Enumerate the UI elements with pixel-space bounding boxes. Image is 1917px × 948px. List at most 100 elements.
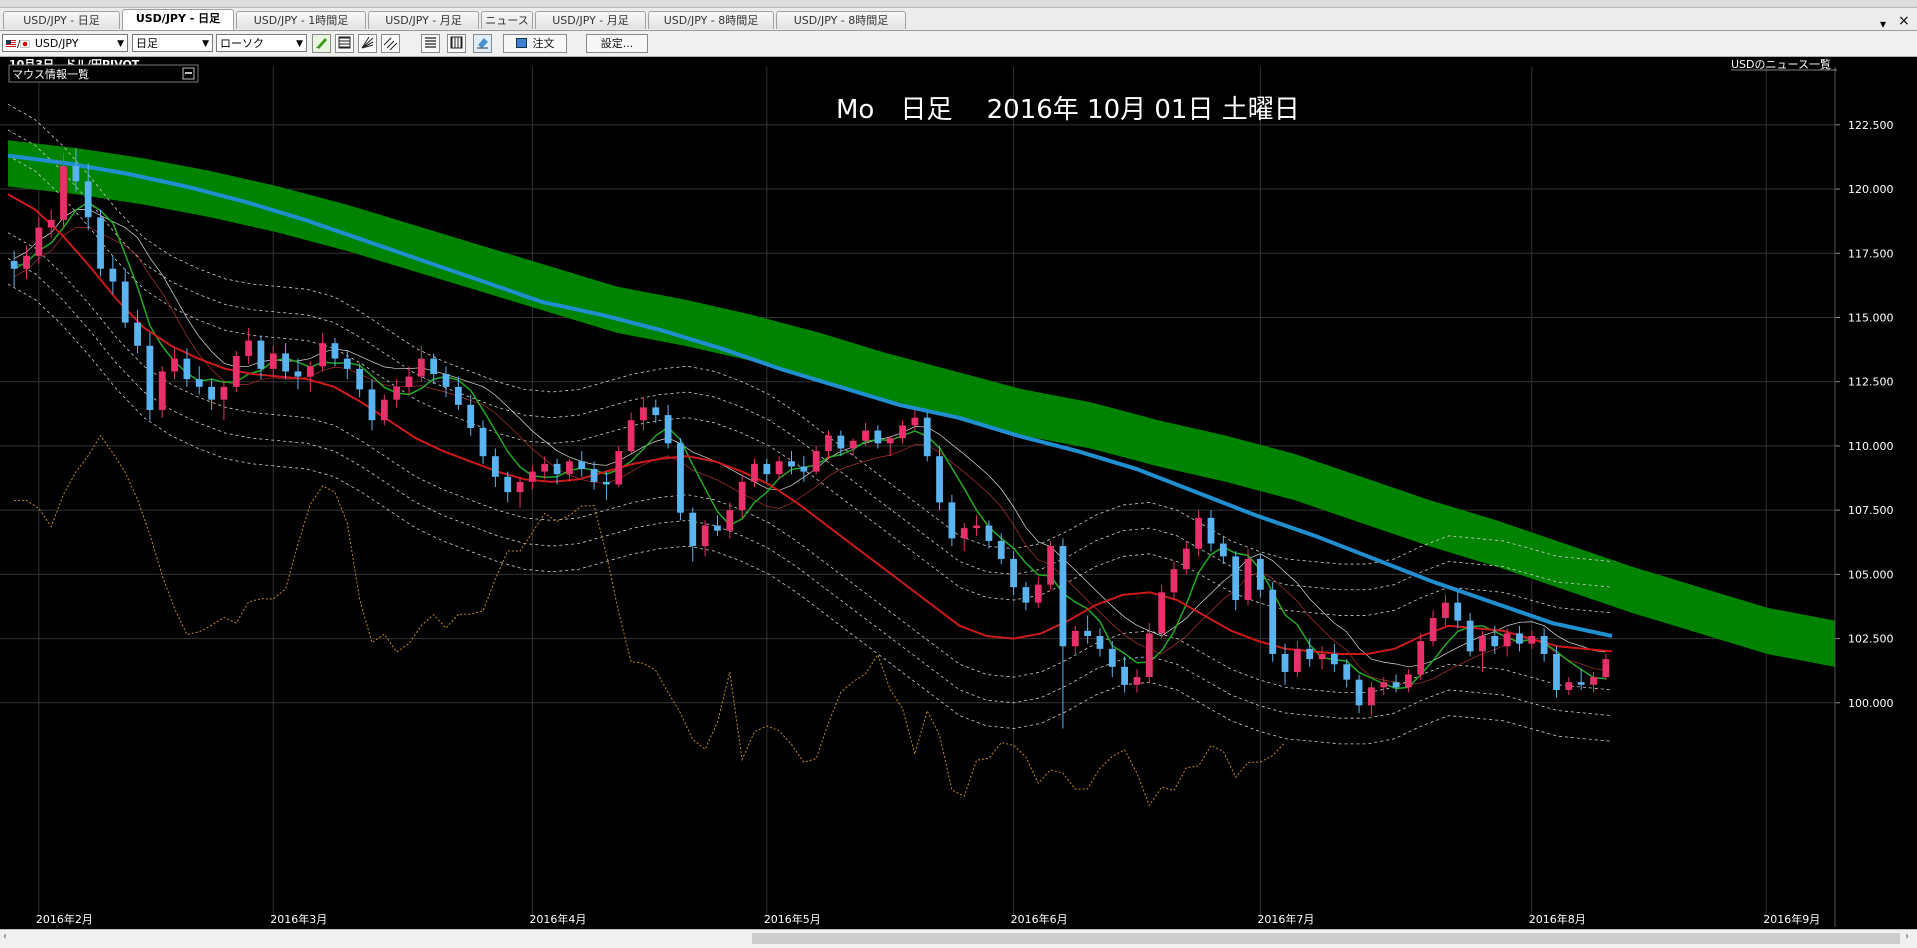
candle-body: [430, 358, 438, 374]
candle-body: [121, 281, 129, 323]
candle-body: [1121, 666, 1129, 685]
candle-body: [1232, 556, 1240, 601]
tab-list-dropdown[interactable]: ▾: [1880, 17, 1886, 31]
scroll-left-icon[interactable]: ‹: [3, 931, 7, 942]
vertical-lines-button[interactable]: [447, 34, 466, 53]
channel-tool-button[interactable]: [381, 34, 400, 53]
candle-body: [1577, 682, 1585, 685]
candle-body: [528, 471, 536, 482]
candle-body: [257, 340, 265, 369]
order-button[interactable]: 注文: [503, 34, 567, 53]
candle-body: [1133, 677, 1141, 685]
candle-body: [504, 476, 512, 493]
tab-usdjpy-8h[interactable]: USD/JPY - 8時間足: [648, 11, 774, 29]
candle-body: [343, 358, 351, 369]
symbol-select[interactable]: / USD/JPY ▼: [2, 34, 128, 52]
candle-body: [516, 481, 524, 493]
candle-body: [1318, 653, 1326, 660]
candle-body: [788, 461, 795, 467]
candle-body: [1540, 636, 1548, 654]
candle-body: [269, 353, 277, 369]
candle-body: [849, 440, 857, 449]
candle-body: [10, 260, 18, 269]
candle-body: [1047, 546, 1054, 585]
tab-usdjpy-daily-active[interactable]: USD/JPY - 日足: [122, 9, 234, 30]
candle-body: [1442, 602, 1449, 619]
news-list-link[interactable]: USDのニュース一覧: [1731, 57, 1831, 71]
scroll-thumb[interactable]: [752, 933, 1900, 944]
candle-body: [775, 461, 783, 475]
candle-body: [1022, 587, 1030, 603]
candle-body: [1355, 679, 1363, 706]
candle-body: [491, 456, 499, 477]
tab-usdjpy-8h-2[interactable]: USD/JPY - 8時間足: [776, 11, 906, 29]
y-tick-label: 107.500: [1848, 504, 1894, 517]
candle-body: [960, 528, 968, 539]
candle-body: [1084, 630, 1092, 636]
eraser-icon: [477, 38, 488, 49]
candle-body: [84, 181, 92, 218]
candle-body: [356, 368, 364, 390]
y-tick-label: 117.500: [1848, 247, 1894, 260]
tab-usdjpy-daily[interactable]: USD/JPY - 日足: [3, 11, 120, 29]
candle-body: [578, 461, 586, 470]
candle-body: [1466, 620, 1474, 652]
candle-body: [35, 227, 43, 256]
candle-body: [1269, 589, 1277, 654]
fan-tool-button[interactable]: [358, 34, 377, 53]
horizontal-scrollbar[interactable]: ‹ ›: [0, 929, 1917, 948]
candle-body: [1516, 633, 1523, 644]
chart-area[interactable]: 122.500 120.000 117.500 115.000 112.500 110.0…: [0, 57, 1917, 929]
candle-body: [627, 420, 635, 452]
settings-button[interactable]: 設定...: [586, 34, 648, 53]
y-tick-label: 105.000: [1848, 568, 1894, 581]
eraser-button[interactable]: [473, 34, 492, 53]
top-strip: [0, 0, 1917, 8]
tab-usdjpy-1h[interactable]: USD/JPY - 1時間足: [236, 11, 366, 29]
fan-lines-icon: [361, 36, 374, 49]
candle-body: [405, 376, 413, 387]
candle-body: [553, 463, 561, 475]
candle-body: [1602, 659, 1610, 678]
candle-body: [1293, 648, 1301, 672]
candle-body: [60, 165, 67, 220]
candle-body: [1553, 653, 1560, 690]
candle-body: [1182, 548, 1190, 570]
candle-body: [825, 435, 832, 452]
candle-body: [1207, 517, 1215, 544]
chart-type-select[interactable]: ローソク ▼: [216, 34, 307, 52]
candlestick-chart[interactable]: 122.500 120.000 117.500 115.000 112.500 110.0…: [0, 57, 1917, 929]
candle-body: [134, 322, 141, 346]
candle-body: [640, 407, 647, 421]
tab-news[interactable]: ニュース: [481, 11, 533, 29]
mid-ma-line: [7, 193, 1613, 655]
tab-usdjpy-monthly[interactable]: USD/JPY - 月足: [368, 11, 479, 29]
pen-tool-button[interactable]: [312, 34, 331, 53]
chevron-down-icon: ▼: [296, 39, 303, 49]
tab-usdjpy-monthly-2[interactable]: USD/JPY - 月足: [535, 11, 646, 29]
x-tick-label: 2016年6月: [1011, 912, 1068, 926]
candle-body: [701, 525, 709, 547]
short-ma-line: [13, 201, 1606, 690]
candle-body: [1195, 517, 1203, 549]
candle-body: [1454, 602, 1462, 621]
candle-body: [1479, 636, 1486, 652]
candle-body: [800, 466, 808, 472]
order-icon: [515, 38, 527, 48]
candle-body: [1306, 648, 1314, 660]
grid-tool-button[interactable]: [335, 34, 354, 53]
scroll-right-icon[interactable]: ›: [1905, 931, 1909, 942]
horizontal-lines-button[interactable]: [421, 34, 440, 53]
candle-body: [862, 430, 869, 441]
candle-body: [232, 356, 240, 387]
tab-bar: USD/JPY - 日足 USD/JPY - 日足 USD/JPY - 1時間足…: [0, 8, 1917, 31]
candle-body: [331, 343, 339, 359]
candle-body: [1392, 682, 1400, 688]
ichimoku-cloud: [8, 140, 1835, 667]
candle-body: [812, 451, 820, 472]
close-icon[interactable]: ×: [1898, 13, 1910, 29]
timeframe-select[interactable]: 日足 ▼: [132, 34, 213, 52]
candle-body: [689, 512, 697, 547]
candle-body: [1491, 636, 1499, 647]
candle-body: [1503, 633, 1511, 647]
